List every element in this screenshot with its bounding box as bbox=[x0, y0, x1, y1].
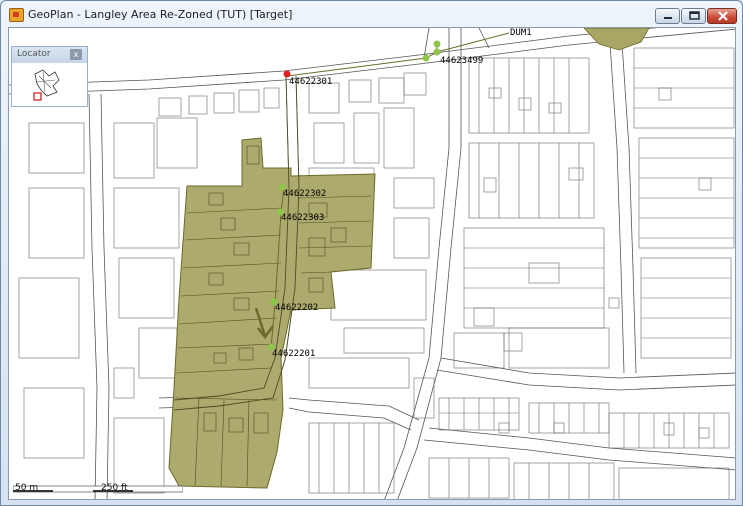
node[interactable] bbox=[433, 48, 441, 56]
scale-bar: 50 m 250 ft bbox=[13, 483, 183, 493]
geoplan-window: GeoPlan - Langley Area Re-Zoned (TUT) [T… bbox=[0, 0, 743, 506]
node-label: 44622303 bbox=[281, 213, 324, 223]
node-label: 44622201 bbox=[272, 349, 315, 359]
scale-label-imperial: 250 ft bbox=[101, 483, 128, 493]
locator-close-button[interactable]: x bbox=[70, 49, 82, 60]
restore-icon bbox=[689, 11, 700, 20]
corner-zone[interactable] bbox=[583, 28, 650, 51]
scale-label-metric: 50 m bbox=[15, 483, 38, 493]
close-icon bbox=[718, 11, 728, 21]
window-title: GeoPlan - Langley Area Re-Zoned (TUT) [T… bbox=[28, 8, 293, 21]
locator-thumbnail[interactable] bbox=[29, 66, 69, 104]
rezoned-area[interactable] bbox=[168, 137, 376, 489]
map-drawing: 44622301 44623499 44622302 44622303 4462… bbox=[9, 28, 735, 499]
map-canvas[interactable]: 44622301 44623499 44622302 44622303 4462… bbox=[8, 27, 736, 500]
locator-title: Locator bbox=[17, 49, 51, 59]
node-label: 44623499 bbox=[440, 56, 483, 66]
maximize-button[interactable] bbox=[681, 8, 706, 24]
node[interactable] bbox=[422, 54, 430, 62]
close-button[interactable] bbox=[707, 8, 737, 24]
node-label: DUM1 bbox=[510, 28, 532, 38]
node-label: 44622301 bbox=[289, 77, 332, 87]
minimize-icon bbox=[664, 17, 672, 19]
app-icon bbox=[9, 8, 24, 22]
node-label: 44622202 bbox=[275, 303, 318, 313]
roads bbox=[9, 28, 735, 499]
title-bar[interactable]: GeoPlan - Langley Area Re-Zoned (TUT) [T… bbox=[1, 1, 742, 27]
locator-viewport[interactable] bbox=[33, 92, 42, 101]
node[interactable] bbox=[433, 40, 441, 48]
minimize-button[interactable] bbox=[655, 8, 680, 24]
locator-panel[interactable]: Locator x bbox=[11, 46, 88, 107]
locator-header[interactable]: Locator x bbox=[12, 47, 87, 63]
node-label: 44622302 bbox=[283, 189, 326, 199]
